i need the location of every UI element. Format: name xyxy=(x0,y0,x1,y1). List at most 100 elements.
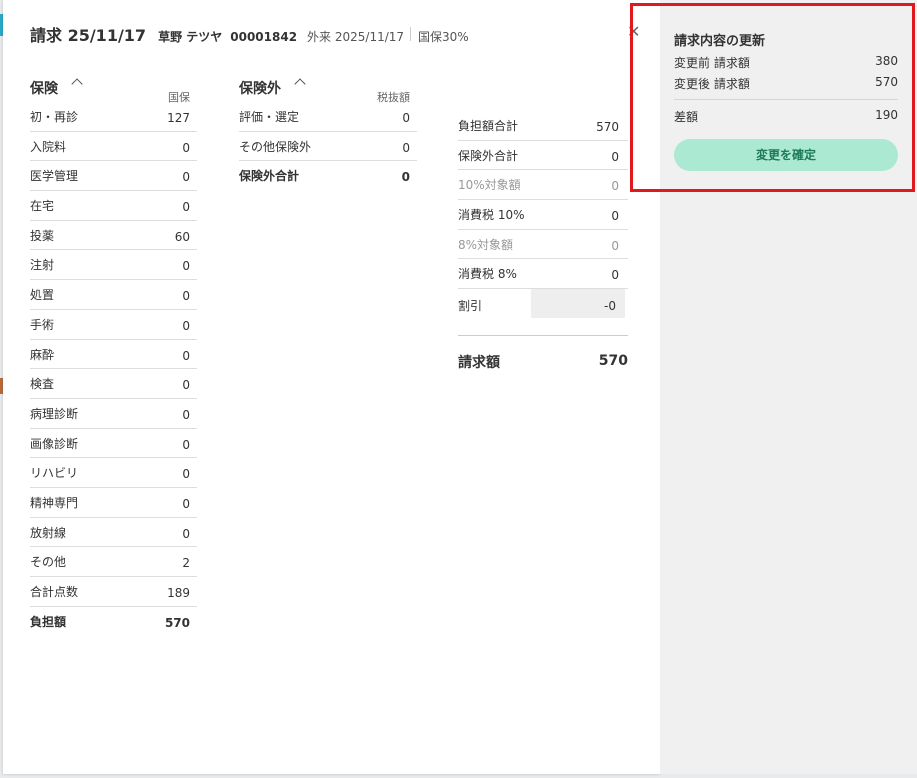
row-value: 127 xyxy=(167,111,190,125)
row-value: 189 xyxy=(167,586,190,600)
visit-info: 外来 2025/11/17 xyxy=(307,30,405,44)
row-label: 画像診断 xyxy=(30,436,79,451)
row-label: その他 xyxy=(30,555,67,570)
row-label: 処置 xyxy=(30,288,55,303)
row-value: 60 xyxy=(174,229,190,244)
modal-header: 請求 25/11/17 草野 テツヤ 00001842 外来 2025/11/1… xyxy=(30,22,469,46)
table-row: 病理診断 0 xyxy=(30,399,197,429)
after-amount-label: 変更後 請求額 xyxy=(674,77,750,91)
table-row: 処置 0 xyxy=(30,280,197,310)
table-row: 消費税 10% 0 xyxy=(458,200,628,230)
table-row: 放射線 0 xyxy=(30,518,197,548)
row-label: 評価・選定 xyxy=(239,110,300,124)
table-row: リハビリ 0 xyxy=(30,458,197,488)
non-insurance-total-label: 保険外合計 xyxy=(239,169,300,184)
after-amount-value: 570 xyxy=(875,75,898,89)
row-value: 0 xyxy=(402,140,410,155)
table-row: 検査 0 xyxy=(30,369,197,399)
insurance-info: 国保30% xyxy=(418,30,469,44)
row-label: 在宅 xyxy=(30,199,55,214)
page-title: 請求 25/11/17 xyxy=(30,26,147,45)
burden-label: 負担額 xyxy=(30,614,67,629)
table-row: 在宅 0 xyxy=(30,191,197,221)
discount-label: 割引 xyxy=(458,299,483,314)
update-panel: 請求内容の更新 変更前 請求額 380 変更後 請求額 570 差額 190 変… xyxy=(674,30,898,171)
insurance-title: 保険 xyxy=(30,81,58,97)
row-label: 精神専門 xyxy=(30,495,79,510)
row-value: 0 xyxy=(182,289,190,304)
confirm-changes-button[interactable]: 変更を確定 xyxy=(674,139,898,171)
difference-label: 差額 xyxy=(674,110,699,124)
row-label: 合計点数 xyxy=(30,585,79,599)
row-value: 2 xyxy=(182,556,190,571)
non-insurance-title: 保険外 xyxy=(239,81,281,97)
row-label: 手術 xyxy=(30,317,55,332)
before-amount-label: 変更前 請求額 xyxy=(674,56,750,70)
non-insurance-rows: 評価・選定 0 その他保険外 0 xyxy=(239,102,417,162)
chevron-up-icon[interactable] xyxy=(294,78,306,90)
update-panel-title: 請求内容の更新 xyxy=(674,34,766,49)
table-row: 消費税 8% 0 xyxy=(458,259,628,290)
before-amount-row: 変更前 請求額 380 xyxy=(674,54,898,75)
table-row: 保険外合計 0 xyxy=(458,141,628,171)
row-value: 0 xyxy=(182,170,190,185)
row-label: 入院料 xyxy=(30,139,67,154)
row-label: 保険外合計 xyxy=(458,148,519,163)
discount-value: -0 xyxy=(604,299,616,314)
table-row: 注射 0 xyxy=(30,250,197,281)
row-value: 570 xyxy=(596,120,619,134)
update-panel-highlight: 請求内容の更新 変更前 請求額 380 変更後 請求額 570 差額 190 変… xyxy=(630,3,915,192)
row-value: 0 xyxy=(182,140,190,155)
difference-row: 差額 190 xyxy=(674,108,898,129)
row-label: 消費税 8% xyxy=(458,267,517,282)
table-row: 精神専門 0 xyxy=(30,488,197,518)
row-value: 0 xyxy=(611,179,619,194)
row-label: 医学管理 xyxy=(30,169,79,184)
after-amount-row: 変更後 請求額 570 xyxy=(674,75,898,96)
table-row: その他保険外 0 xyxy=(239,132,417,162)
row-label: 注射 xyxy=(30,258,55,273)
row-value: 0 xyxy=(182,526,190,541)
table-row: 合計点数 189 xyxy=(30,577,197,607)
insurance-rows: 初・再診 127 入院料 0 医学管理 0 在宅 0 投薬 60 注射 0 処置 0 手術 0 麻酔 0 検査 0 病理… xyxy=(30,102,197,607)
row-label: リハビリ xyxy=(30,466,79,481)
insurance-header: 保険 国保 xyxy=(30,66,197,104)
table-row: 麻酔 0 xyxy=(30,340,197,370)
table-row: 投薬 60 xyxy=(30,221,197,251)
row-label: その他保険外 xyxy=(239,139,312,154)
table-row: 手術 0 xyxy=(30,310,197,340)
row-label: 消費税 10% xyxy=(458,208,525,223)
non-insurance-total-value: 0 xyxy=(401,170,410,185)
row-value: 0 xyxy=(182,407,190,422)
row-value: 0 xyxy=(182,496,190,511)
table-row: 入院料 0 xyxy=(30,132,197,162)
table-row: その他 2 xyxy=(30,547,197,577)
row-label: 麻酔 xyxy=(30,347,55,362)
discount-input[interactable]: -0 xyxy=(531,289,625,319)
row-label: 負担額合計 xyxy=(458,119,519,133)
row-label: 8%対象額 xyxy=(458,237,514,252)
table-row: 8%対象額 0 xyxy=(458,230,628,260)
row-label: 初・再診 xyxy=(30,110,79,124)
row-value: 0 xyxy=(182,259,190,274)
row-value: 0 xyxy=(402,111,410,125)
chevron-up-icon[interactable] xyxy=(71,78,83,90)
summary-section: 負担額合計 570 保険外合計 0 10%対象額 0 消費税 10% 0 8%対象額 0 消費税 8… xyxy=(458,111,628,375)
patient-id: 00001842 xyxy=(230,30,298,44)
difference-value: 190 xyxy=(875,108,898,122)
insurance-section: 保険 国保 初・再診 127 入院料 0 医学管理 0 在宅 0 投薬 60 注射 0 処置 0 手術 0 麻酔… xyxy=(30,66,197,636)
billing-label: 請求額 xyxy=(458,354,500,371)
table-row: 負担額 570 xyxy=(30,607,197,637)
row-value: 0 xyxy=(611,238,619,253)
divider xyxy=(674,99,898,100)
non-insurance-section: 保険外 税抜額 評価・選定 0 その他保険外 0 保険外合計 0 xyxy=(239,66,417,191)
row-label: 10%対象額 xyxy=(458,178,521,193)
row-value: 0 xyxy=(611,209,619,224)
row-value: 0 xyxy=(182,318,190,333)
burden-value: 570 xyxy=(164,615,190,630)
row-value: 0 xyxy=(611,149,619,164)
header-divider xyxy=(410,27,412,41)
row-value: 0 xyxy=(182,467,190,482)
row-value: 0 xyxy=(611,268,619,283)
row-value: 0 xyxy=(182,200,190,215)
